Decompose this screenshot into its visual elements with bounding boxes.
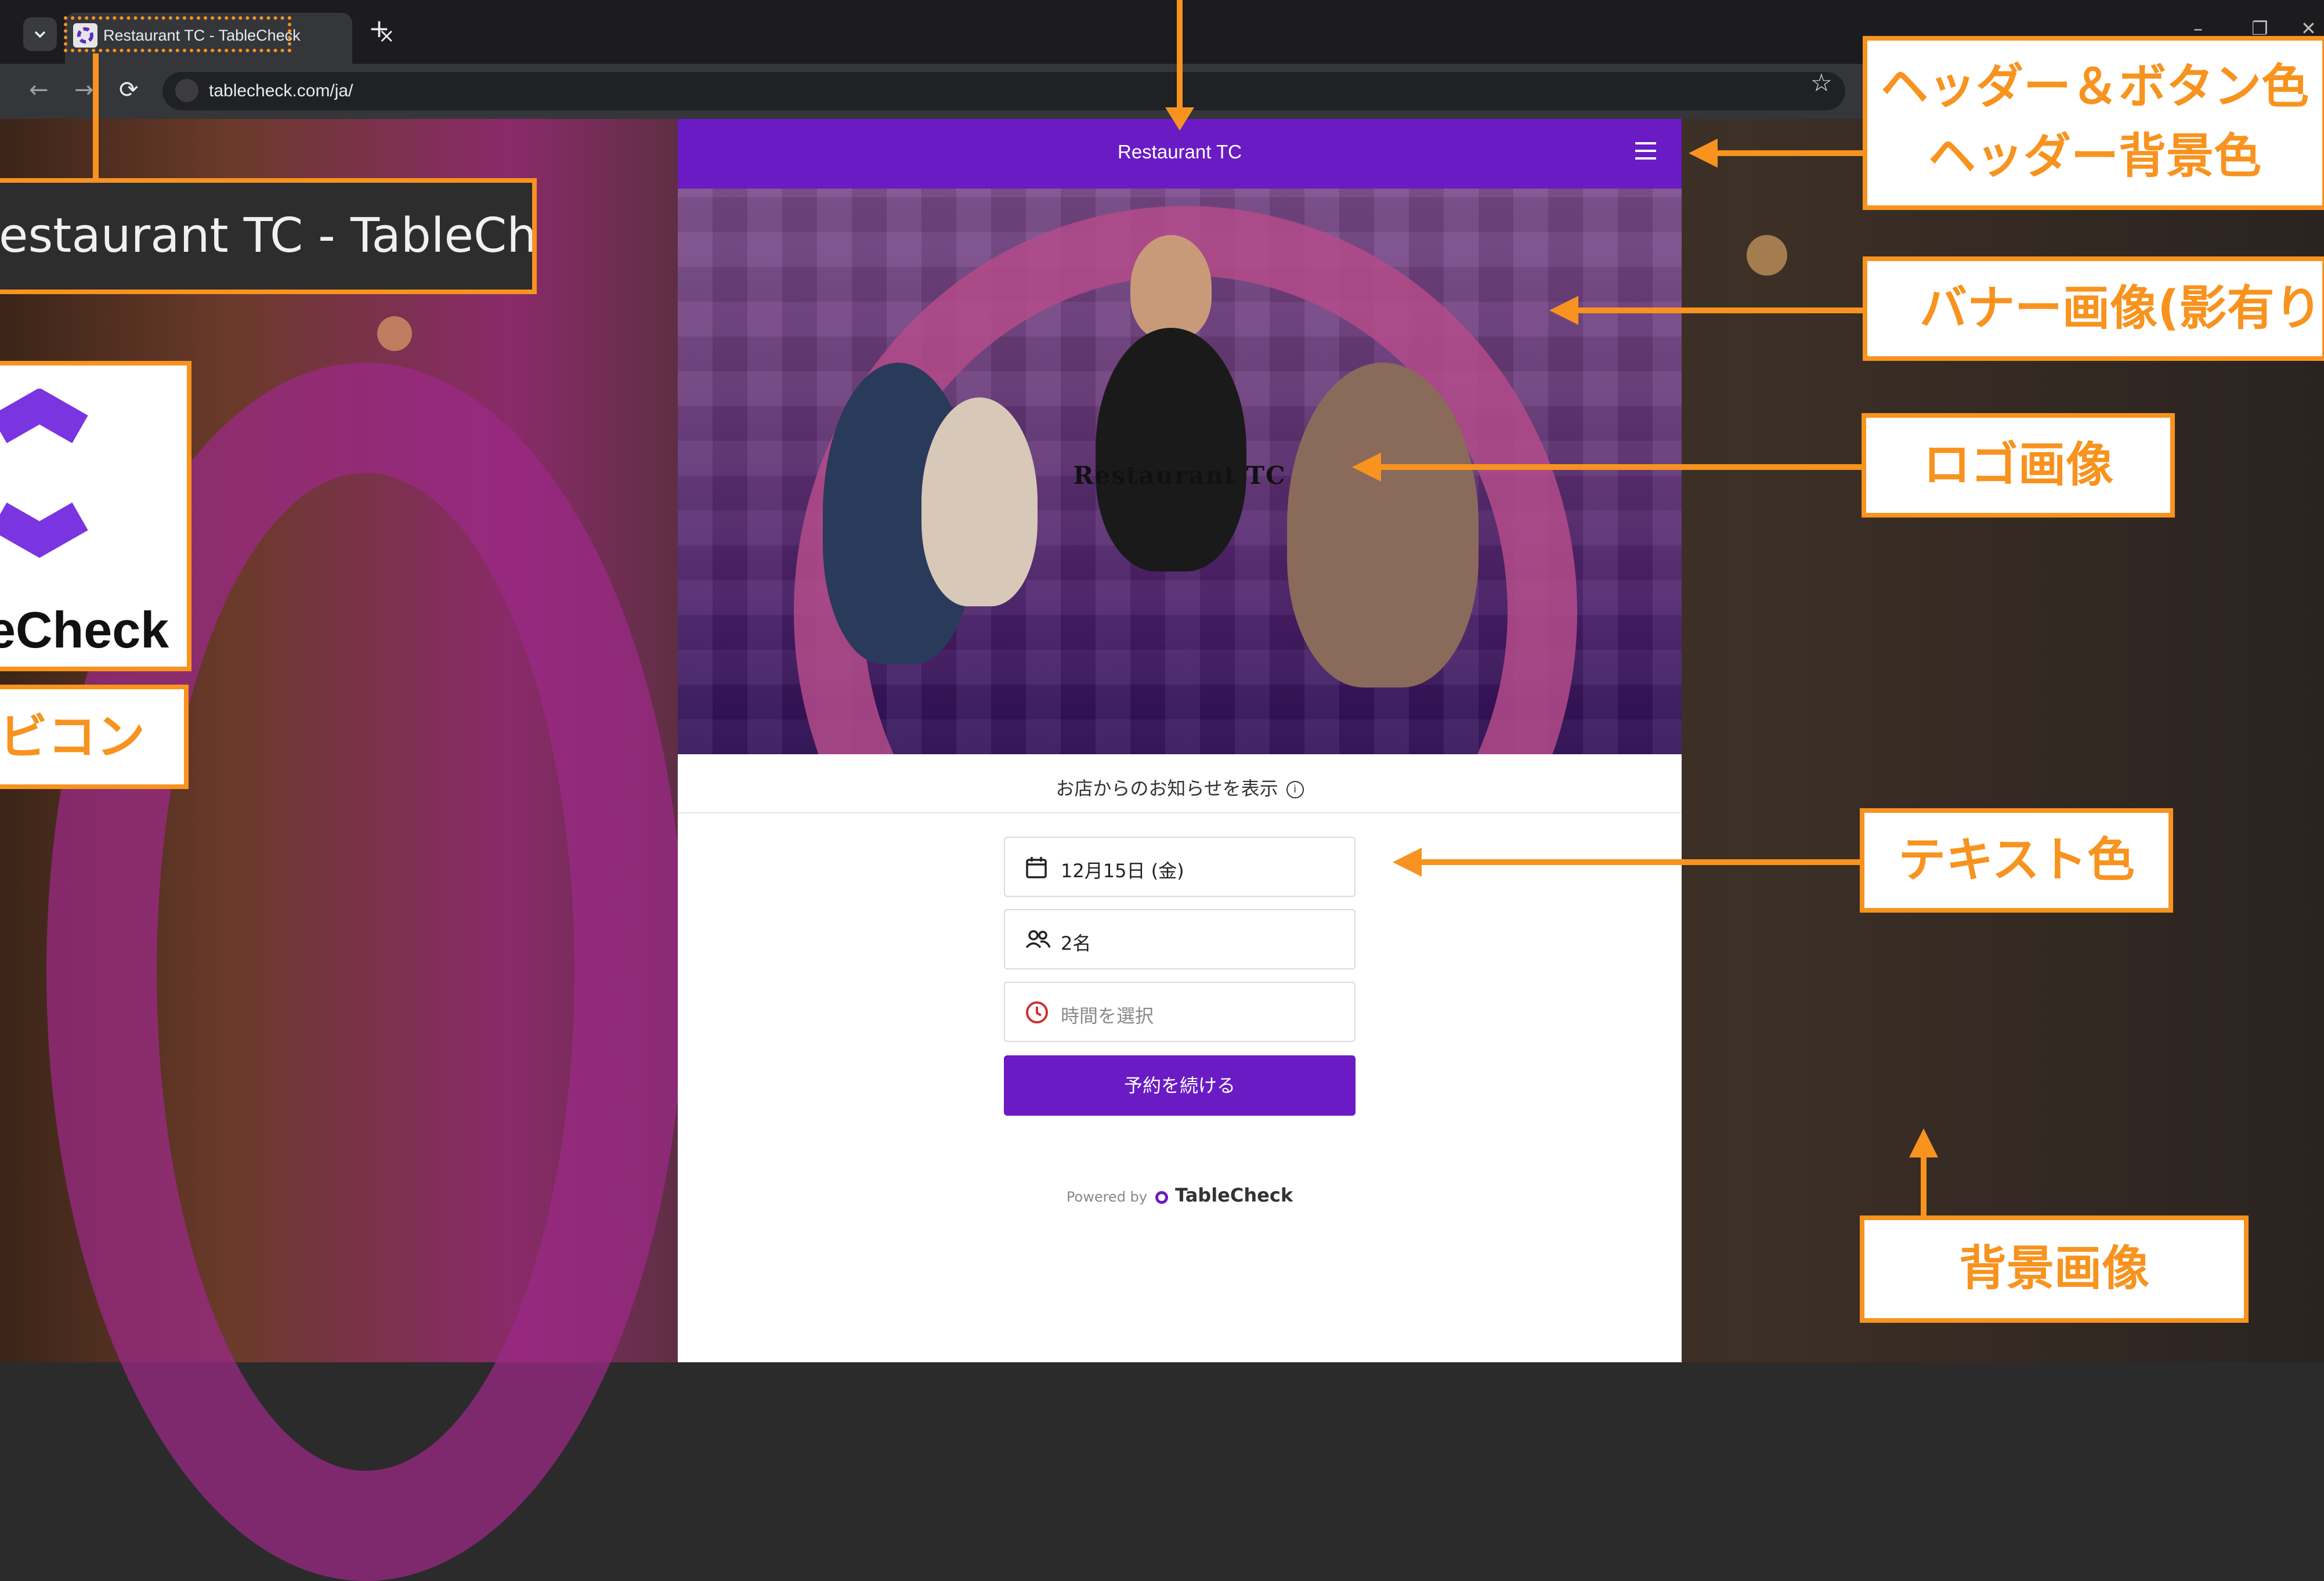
annotation-header-color-line1: ヘッダー＆ボタン色 [1880, 59, 2309, 114]
reload-button[interactable]: ⟳ [119, 75, 139, 104]
back-button[interactable]: ← [29, 75, 49, 104]
brand-name: TableCheck [1175, 1184, 1293, 1206]
calendar-icon [1026, 857, 1047, 878]
notice-text: お店からのお知らせを表示 [1056, 777, 1278, 799]
info-icon[interactable]: i [1286, 781, 1304, 798]
server-figure [1130, 235, 1212, 339]
annotation-favicon-zoom: eCheck [0, 361, 191, 671]
tab-search-button[interactable] [23, 17, 57, 51]
annotation-header-color: ヘッダー＆ボタン色 ヘッダー背景色 [1863, 36, 2324, 210]
forward-button[interactable]: → [74, 75, 94, 104]
date-value: 12月15日 (金) [1061, 860, 1184, 882]
menu-icon[interactable] [1635, 142, 1656, 163]
powered-by-label: Powered by [1066, 1189, 1147, 1205]
new-tab-button[interactable]: + [368, 16, 390, 42]
annotation-arrowhead [1352, 453, 1381, 482]
address-bar[interactable]: tablecheck.com/ja/ [162, 72, 1845, 110]
background-light [1747, 235, 1787, 276]
annotation-background-image: 背景画像 [1860, 1215, 2249, 1323]
annotation-arrow [1578, 307, 1868, 313]
annotation-tab-zoom: estaurant TC - TableCheck [0, 178, 537, 294]
annotation-arrow [93, 53, 99, 178]
favicon-brand-word: eCheck [0, 601, 169, 659]
restaurant-title: Restaurant TC [1118, 141, 1242, 162]
time-placeholder: 時間を選択 [1061, 1005, 1154, 1027]
party-size-value: 2名 [1061, 932, 1091, 954]
date-field[interactable]: 12月15日 (金) [1004, 837, 1356, 897]
notice-label: お店からのお知らせを表示 i [678, 774, 1682, 801]
annotation-arrow [1177, 0, 1183, 110]
background-light [377, 316, 412, 351]
annotation-arrowhead [1165, 107, 1194, 131]
party-size-field[interactable]: 2名 [1004, 909, 1356, 969]
star-icon[interactable]: ☆ [1810, 68, 1833, 97]
banner-image: Restaurant TC [678, 189, 1682, 754]
annotation-arrowhead [1393, 848, 1422, 877]
annotation-arrowhead [1689, 139, 1718, 168]
site-info-icon[interactable] [175, 79, 198, 102]
url-text[interactable]: tablecheck.com/ja/ [209, 81, 353, 101]
annotation-arrowhead [1909, 1128, 1938, 1157]
tab-title-highlight [64, 16, 291, 52]
time-field[interactable]: 時間を選択 [1004, 982, 1356, 1042]
guest-figure [1287, 363, 1479, 688]
tablecheck-logo-icon [1155, 1191, 1168, 1204]
tablecheck-favicon-icon [0, 389, 88, 558]
clock-icon [1026, 1001, 1048, 1023]
powered-by-footer[interactable]: Powered by TableCheck [678, 1184, 1682, 1206]
annotation-arrow [1381, 464, 1863, 470]
notice-row[interactable]: お店からのお知らせを表示 i [678, 754, 1682, 813]
tab-dropdown-icon [34, 31, 46, 38]
annotation-text-color: テキスト色 [1860, 808, 2173, 913]
annotation-logo-image: ロゴ画像 [1862, 413, 2175, 518]
annotation-arrow [1422, 859, 1863, 865]
people-icon [1025, 930, 1051, 949]
annotation-header-color-line2: ヘッダー背景色 [1928, 129, 2261, 184]
server-body [1096, 328, 1246, 571]
booking-widget: Restaurant TC Restaurant TC お店からのお知らせを表示… [678, 119, 1682, 1362]
annotation-banner-image: バナー画像(影有り [1863, 256, 2324, 361]
annotation-favicon: ビコン [0, 685, 189, 789]
annotation-arrowhead [1549, 296, 1578, 325]
continue-booking-button[interactable]: 予約を続ける [1004, 1055, 1356, 1116]
guest-figure [921, 397, 1038, 606]
annotation-arrow [1921, 1155, 1927, 1218]
annotation-arrow [1718, 150, 1868, 156]
